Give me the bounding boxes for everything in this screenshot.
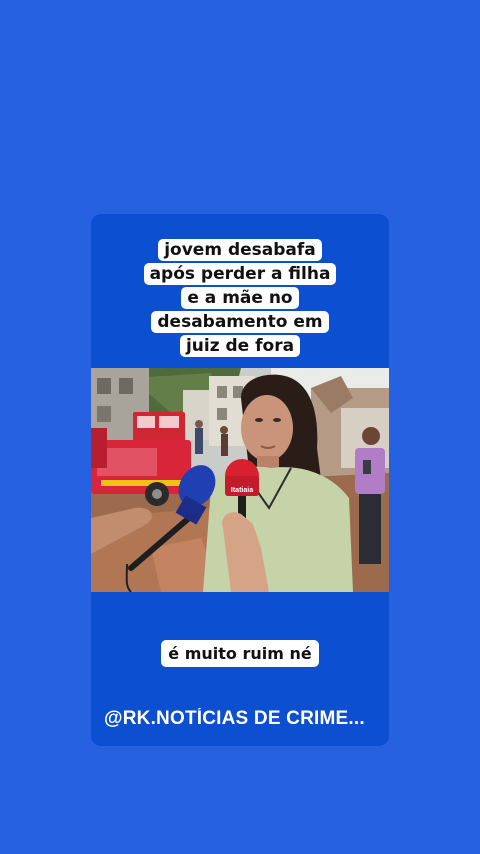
- mic-brand-label: Itatiaia: [231, 487, 253, 494]
- caption-line: desabamento em: [91, 310, 389, 334]
- video-frame[interactable]: Itatiaia: [91, 368, 389, 592]
- post-card[interactable]: jovem desabafa após perder a filha e a m…: [91, 214, 389, 746]
- caption-line: e a mãe no: [91, 286, 389, 310]
- account-handle[interactable]: @RK.NOTÍCIAS DE CRIME...: [104, 708, 379, 730]
- caption-line: juiz de fora: [91, 334, 389, 358]
- story-screen: jovem desabafa após perder a filha e a m…: [0, 0, 480, 854]
- subtitle-caption: é muito ruim né: [91, 640, 389, 667]
- caption-overlay: jovem desabafa após perder a filha e a m…: [91, 238, 389, 358]
- video-scene-image: Itatiaia: [91, 368, 389, 592]
- caption-line: após perder a filha: [91, 262, 389, 286]
- caption-line: jovem desabafa: [91, 238, 389, 262]
